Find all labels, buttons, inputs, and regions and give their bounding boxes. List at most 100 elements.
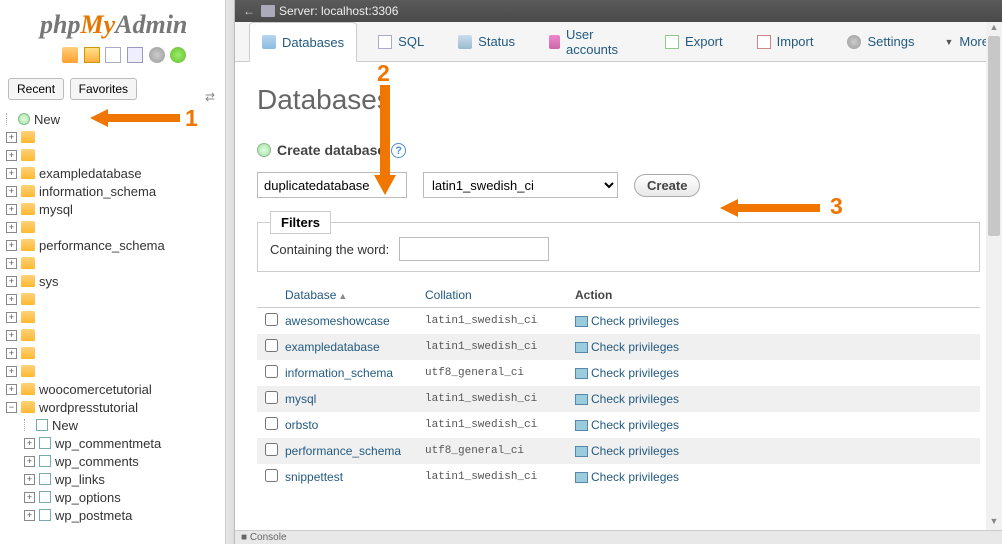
tree-table[interactable]: +wp_comments xyxy=(6,452,225,470)
export-icon xyxy=(665,35,679,49)
server-label[interactable]: Server: localhost:3306 xyxy=(279,4,398,18)
row-checkbox[interactable] xyxy=(265,313,278,326)
privileges-icon xyxy=(575,394,588,405)
logo-php: php xyxy=(40,10,80,39)
row-collation: latin1_swedish_ci xyxy=(425,471,575,483)
check-privileges-link[interactable]: Check privileges xyxy=(591,340,679,354)
console-bar[interactable]: ■ Console xyxy=(235,530,1002,544)
check-privileges-link[interactable]: Check privileges xyxy=(591,444,679,458)
row-collation: latin1_swedish_ci xyxy=(425,393,575,405)
tree-item[interactable]: + xyxy=(6,290,225,308)
check-privileges-link[interactable]: Check privileges xyxy=(591,366,679,380)
check-privileges-link[interactable]: Check privileges xyxy=(591,392,679,406)
nav-users[interactable]: User accounts xyxy=(536,22,644,61)
tree-table[interactable]: +wp_commentmeta xyxy=(6,434,225,452)
list-header: Database▲ Collation Action xyxy=(257,282,980,308)
row-checkbox[interactable] xyxy=(265,339,278,352)
create-db-form: latin1_swedish_ci Create xyxy=(257,172,980,198)
db-link[interactable]: performance_schema xyxy=(285,444,401,458)
table-row: mysql latin1_swedish_ci Check privileges xyxy=(257,386,980,412)
db-link[interactable]: orbsto xyxy=(285,418,318,432)
scroll-thumb[interactable] xyxy=(988,36,1000,236)
tree-item[interactable]: +performance_schema xyxy=(6,236,225,254)
scroll-down-icon[interactable]: ▼ xyxy=(986,516,1002,530)
check-privileges-link[interactable]: Check privileges xyxy=(591,418,679,432)
tree-item[interactable]: +mysql xyxy=(6,200,225,218)
create-button[interactable]: Create xyxy=(634,174,700,197)
tree-item[interactable]: +woocomercetutorial xyxy=(6,380,225,398)
nav-import[interactable]: Import xyxy=(744,22,827,61)
collation-select[interactable]: latin1_swedish_ci xyxy=(423,172,618,198)
database-icon xyxy=(21,383,35,395)
tree-item[interactable]: + xyxy=(6,344,225,362)
filters-label: Containing the word: xyxy=(270,242,389,257)
db-link[interactable]: exampledatabase xyxy=(285,340,380,354)
sort-database[interactable]: Database xyxy=(285,288,336,302)
tree-item[interactable]: + xyxy=(6,326,225,344)
nav-status[interactable]: Status xyxy=(445,22,528,61)
privileges-icon xyxy=(575,420,588,431)
filter-input[interactable] xyxy=(399,237,549,261)
tree-item-expanded[interactable]: −wordpresstutorial xyxy=(6,398,225,416)
tree-table[interactable]: +wp_links xyxy=(6,470,225,488)
databases-icon xyxy=(262,35,276,49)
db-link[interactable]: snippettest xyxy=(285,470,343,484)
sort-collation[interactable]: Collation xyxy=(425,288,472,302)
docs-icon[interactable] xyxy=(127,47,143,63)
vertical-scrollbar[interactable]: ▲ ▼ xyxy=(986,22,1002,530)
row-checkbox[interactable] xyxy=(265,391,278,404)
tree-subnew[interactable]: New xyxy=(6,416,225,434)
nav-export[interactable]: Export xyxy=(652,22,736,61)
top-nav: Databases SQL Status User accounts Expor… xyxy=(235,22,1002,62)
tree-item[interactable]: + xyxy=(6,146,225,164)
nav-databases[interactable]: Databases xyxy=(249,22,357,62)
row-checkbox[interactable] xyxy=(265,417,278,430)
tree-item[interactable]: +exampledatabase xyxy=(6,164,225,182)
filters-legend: Filters xyxy=(270,211,331,234)
row-checkbox[interactable] xyxy=(265,469,278,482)
db-link[interactable]: information_schema xyxy=(285,366,393,380)
db-link[interactable]: awesomeshowcase xyxy=(285,314,390,328)
back-arrow-icon[interactable]: ← xyxy=(243,4,255,18)
nav-settings[interactable]: Settings xyxy=(834,22,927,61)
pane-divider[interactable] xyxy=(226,0,235,544)
database-icon xyxy=(21,185,35,197)
new-db-icon xyxy=(18,113,30,125)
check-privileges-link[interactable]: Check privileges xyxy=(591,470,679,484)
query-window-icon[interactable] xyxy=(105,47,121,63)
help-icon[interactable]: ? xyxy=(391,143,406,158)
link-icon[interactable]: ⇄ xyxy=(205,90,215,104)
tree-item[interactable]: + xyxy=(6,362,225,380)
tree-table[interactable]: +wp_postmeta xyxy=(6,506,225,524)
check-privileges-link[interactable]: Check privileges xyxy=(591,314,679,328)
tree-table[interactable]: +wp_options xyxy=(6,488,225,506)
tree-item[interactable]: + xyxy=(6,218,225,236)
database-list: Database▲ Collation Action awesomeshowca… xyxy=(257,282,980,490)
tree-item[interactable]: + xyxy=(6,308,225,326)
logout-icon[interactable] xyxy=(84,47,100,63)
filters-box: Filters Containing the word: xyxy=(257,222,980,272)
settings-icon[interactable] xyxy=(149,47,165,63)
db-link[interactable]: mysql xyxy=(285,392,316,406)
page-title: Databases xyxy=(257,84,980,116)
db-name-input[interactable] xyxy=(257,172,407,198)
database-icon xyxy=(21,203,35,215)
tree-new[interactable]: New xyxy=(6,110,225,128)
tree-item[interactable]: + xyxy=(6,128,225,146)
tab-recent[interactable]: Recent xyxy=(8,78,64,100)
tree-item[interactable]: +sys xyxy=(6,272,225,290)
home-icon[interactable] xyxy=(62,47,78,63)
row-collation: latin1_swedish_ci xyxy=(425,341,575,353)
logo-admin: Admin xyxy=(115,10,187,39)
nav-sql[interactable]: SQL xyxy=(365,22,437,61)
row-checkbox[interactable] xyxy=(265,443,278,456)
row-checkbox[interactable] xyxy=(265,365,278,378)
row-collation: latin1_swedish_ci xyxy=(425,315,575,327)
reload-icon[interactable] xyxy=(170,47,186,63)
db-tree: New + + +exampledatabase +information_sc… xyxy=(0,104,225,524)
scroll-up-icon[interactable]: ▲ xyxy=(986,22,1002,36)
tree-item[interactable]: + xyxy=(6,254,225,272)
database-icon xyxy=(21,149,35,161)
tab-favorites[interactable]: Favorites xyxy=(70,78,137,100)
tree-item[interactable]: +information_schema xyxy=(6,182,225,200)
